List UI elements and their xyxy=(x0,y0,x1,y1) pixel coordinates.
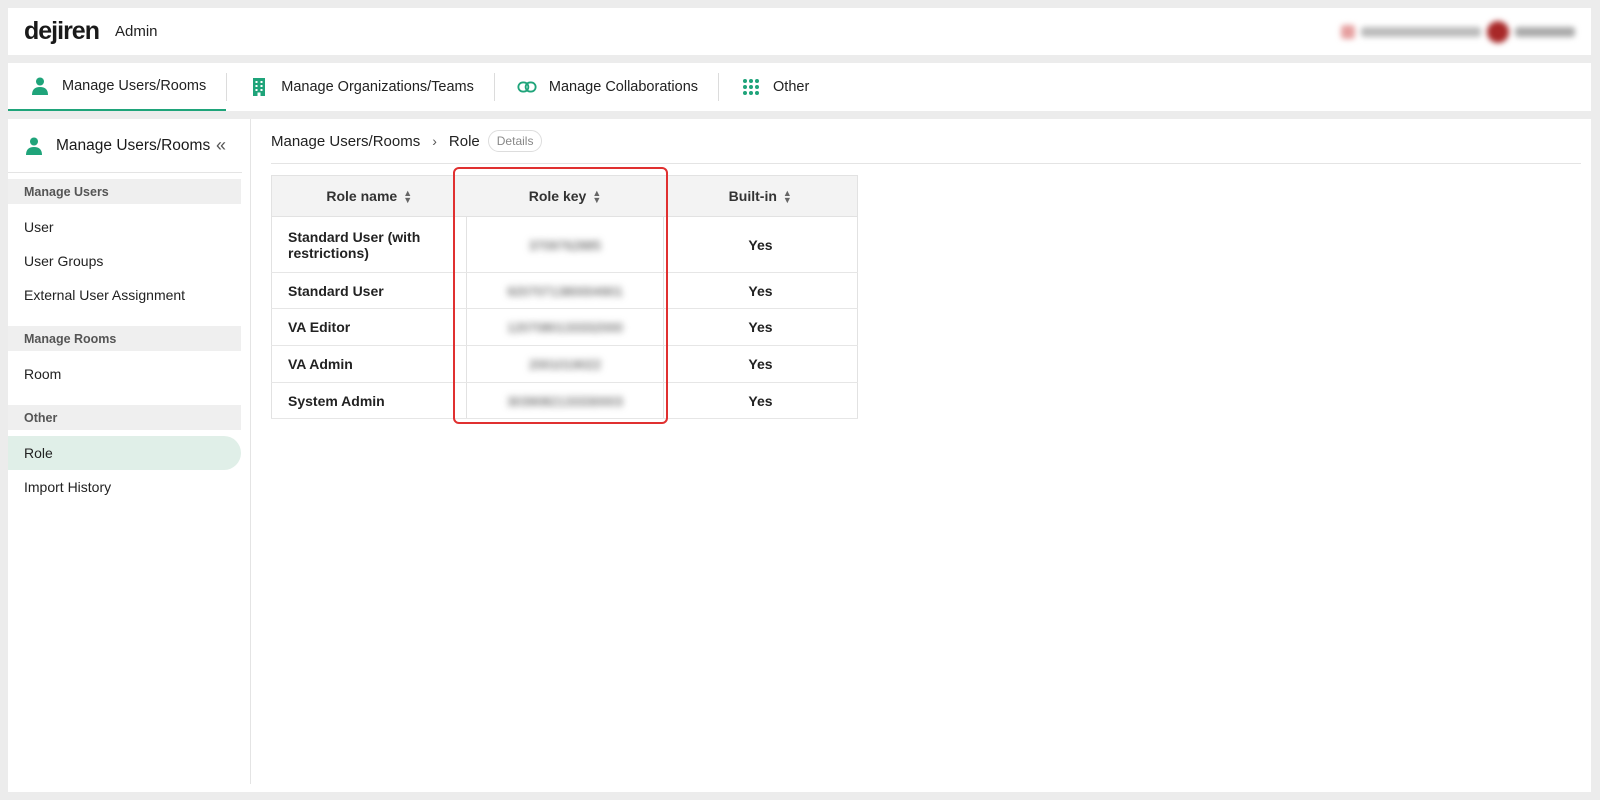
table-row[interactable]: Standard User 9207071380004901 Yes xyxy=(271,272,858,309)
details-badge: Details xyxy=(487,130,543,152)
role-name-cell: VA Admin xyxy=(271,345,467,383)
built-in-cell: Yes xyxy=(663,272,858,309)
user-menu[interactable] xyxy=(1341,20,1575,43)
breadcrumb-parent[interactable]: Manage Users/Rooms xyxy=(271,133,420,150)
table-row[interactable]: VA Editor 1207080133332000 Yes xyxy=(271,308,858,346)
tab-label: Manage Collaborations xyxy=(548,79,699,95)
sort-icon: ▲ ▼ xyxy=(403,188,413,206)
content-area: Manage Users/Rooms « Manage Users User U… xyxy=(8,119,1591,792)
sidebar: Manage Users/Rooms « Manage Users User U… xyxy=(8,119,251,784)
tab-manage-organizations-teams[interactable]: Manage Organizations/Teams xyxy=(227,63,494,111)
link-icon xyxy=(517,77,537,97)
collapse-sidebar-icon[interactable]: « xyxy=(216,135,226,156)
role-key-cell: 3039082133330003 xyxy=(507,393,623,409)
role-name-cell: System Admin xyxy=(271,382,467,419)
tab-label: Manage Organizations/Teams xyxy=(281,79,474,95)
role-key-cell: 3709762885 xyxy=(528,237,602,253)
section-header-manage-rooms: Manage Rooms xyxy=(8,326,241,351)
breadcrumb-separator: › xyxy=(432,133,437,149)
user-info-redacted xyxy=(1361,26,1481,37)
roles-table: Role name ▲ ▼ Role key ▲ ▼ Built-in ▲ ▼ Standa… xyxy=(271,175,858,419)
sidebar-item-user[interactable]: User xyxy=(8,210,241,244)
sidebar-item-user-groups[interactable]: User Groups xyxy=(8,244,241,278)
section-header-manage-users: Manage Users xyxy=(8,179,241,204)
sidebar-item-external-user-assignment[interactable]: External User Assignment xyxy=(8,278,241,312)
tab-label: Manage Users/Rooms xyxy=(62,78,207,94)
column-header-role-key[interactable]: Role key ▲ ▼ xyxy=(466,175,664,217)
sidebar-item-role[interactable]: Role xyxy=(8,436,241,470)
sort-icon: ▲ ▼ xyxy=(592,188,602,206)
tab-manage-users-rooms[interactable]: Manage Users/Rooms xyxy=(8,63,227,111)
table-header-row: Role name ▲ ▼ Role key ▲ ▼ Built-in ▲ ▼ xyxy=(271,175,858,217)
tab-label: Other xyxy=(773,79,810,95)
tab-manage-collaborations[interactable]: Manage Collaborations xyxy=(495,63,718,111)
grid-icon xyxy=(741,77,761,97)
sidebar-header: Manage Users/Rooms « xyxy=(8,119,242,173)
role-key-cell: 1207080133332000 xyxy=(507,320,623,335)
app-logo[interactable]: dejiren xyxy=(24,17,100,46)
sidebar-item-import-history[interactable]: Import History xyxy=(8,470,241,504)
column-header-role-name[interactable]: Role name ▲ ▼ xyxy=(271,175,467,217)
role-name-cell: VA Editor xyxy=(271,308,467,346)
person-icon xyxy=(24,136,44,156)
main-panel: Manage Users/Rooms › Role Details Role n… xyxy=(271,119,1581,419)
person-icon xyxy=(30,76,50,96)
built-in-cell: Yes xyxy=(663,216,858,273)
sidebar-item-room[interactable]: Room xyxy=(8,357,241,391)
built-in-cell: Yes xyxy=(663,308,858,346)
column-header-built-in[interactable]: Built-in ▲ ▼ xyxy=(663,175,858,217)
user-name-redacted xyxy=(1515,26,1575,37)
sort-icon: ▲ ▼ xyxy=(782,188,792,206)
role-key-cell: 9207071380004901 xyxy=(507,283,623,299)
section-header-other: Other xyxy=(8,405,241,430)
main-nav: Manage Users/Rooms Manage Organizations/… xyxy=(8,63,1591,111)
role-name-cell: Standard User xyxy=(271,272,467,309)
notification-icon[interactable] xyxy=(1341,24,1355,39)
role-name-cell: Standard User (with restrictions) xyxy=(271,216,467,273)
built-in-cell: Yes xyxy=(663,382,858,419)
built-in-cell: Yes xyxy=(663,345,858,383)
building-icon xyxy=(249,77,269,97)
breadcrumb-current: Role xyxy=(448,132,480,150)
sidebar-title: Manage Users/Rooms xyxy=(56,136,211,154)
tab-other[interactable]: Other xyxy=(719,63,829,111)
avatar[interactable] xyxy=(1487,20,1509,43)
table-row[interactable]: System Admin 3039082133330003 Yes xyxy=(271,382,858,419)
table-row[interactable]: VA Admin 2001019022 Yes xyxy=(271,345,858,383)
role-key-cell: 2001019022 xyxy=(528,357,602,372)
admin-label: Admin xyxy=(114,23,158,40)
top-bar: dejiren Admin xyxy=(8,8,1591,55)
table-row[interactable]: Standard User (with restrictions) 370976… xyxy=(271,216,858,273)
breadcrumb: Manage Users/Rooms › Role Details xyxy=(271,119,1581,164)
